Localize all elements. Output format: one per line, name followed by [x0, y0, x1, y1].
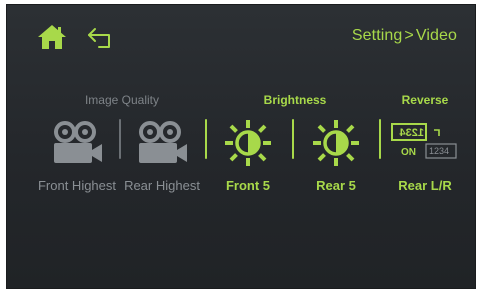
- breadcrumb-separator: >: [404, 27, 414, 44]
- divider: [119, 119, 121, 159]
- back-button[interactable]: [85, 23, 119, 51]
- brightness-title: Brightness: [263, 93, 327, 107]
- breadcrumb-parent: Setting: [351, 27, 403, 44]
- video-settings-screen: Setting > Video Image Quality Brightness…: [6, 4, 476, 289]
- normal-preview-text: 1234: [429, 146, 449, 156]
- camera-icon: [139, 121, 187, 163]
- front-brightness-button[interactable]: [212, 113, 284, 173]
- front-quality-label: Front Highest: [37, 178, 117, 193]
- rear-brightness-label: Rear 5: [316, 178, 356, 193]
- rear-mirror-button[interactable]: 1234 ON 1234: [389, 113, 461, 173]
- front-brightness-label: Front 5: [225, 178, 271, 193]
- divider: [379, 119, 381, 159]
- rear-mirror-label: Rear L/R: [398, 178, 452, 193]
- image-quality-title: Image Quality: [84, 93, 160, 107]
- rear-quality-label: Rear Highest: [124, 178, 200, 193]
- divider: [205, 119, 207, 159]
- top-bar: Setting > Video: [7, 5, 475, 67]
- reverse-title: Reverse: [401, 93, 449, 107]
- mirrored-preview-text: 1234: [399, 127, 424, 139]
- home-icon: [38, 25, 66, 49]
- mirror-reverse-icon: 1234 ON 1234: [391, 123, 457, 159]
- back-arrow-icon: [88, 28, 110, 48]
- sun-icon: [225, 120, 271, 166]
- sun-icon: [313, 120, 359, 166]
- rear-brightness-button[interactable]: [300, 113, 372, 173]
- home-button[interactable]: [35, 23, 69, 51]
- breadcrumb: Setting > Video: [352, 27, 457, 45]
- divider: [292, 119, 294, 159]
- breadcrumb-current: Video: [415, 27, 457, 44]
- rear-quality-button[interactable]: [126, 113, 198, 173]
- camera-icon: [54, 121, 102, 163]
- front-quality-button[interactable]: [41, 113, 113, 173]
- reverse-on-text: ON: [401, 147, 416, 158]
